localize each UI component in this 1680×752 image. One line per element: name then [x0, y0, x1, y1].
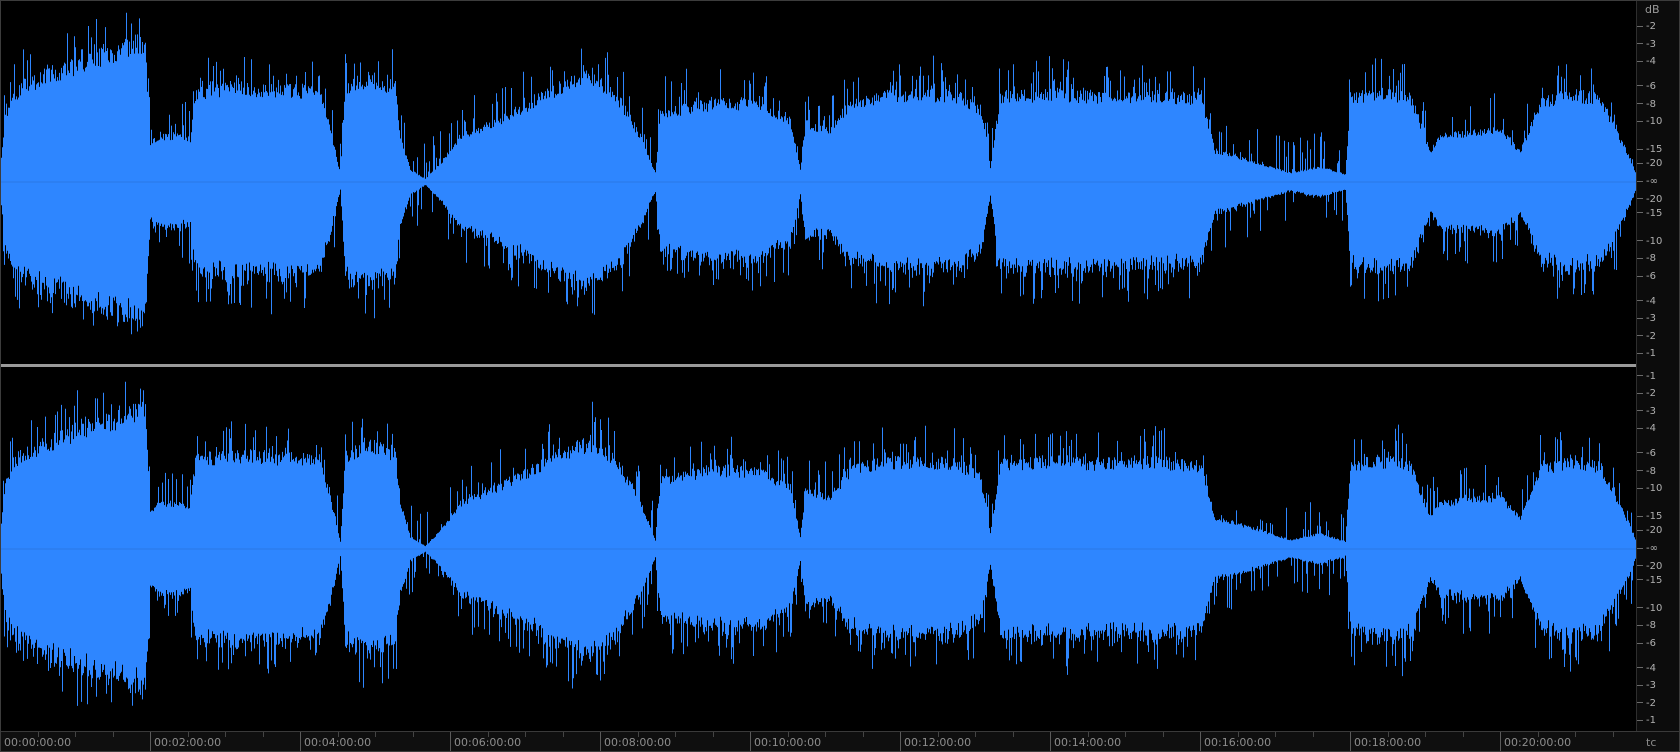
- timecode-major-tick: [0, 732, 1, 752]
- db-tick-label: -6: [1637, 81, 1656, 92]
- db-tick-label: -10: [1637, 484, 1662, 494]
- timecode-major-tick: [900, 732, 901, 752]
- timecode-label: 00:12:00:00: [904, 736, 972, 749]
- timecode-label: 00:14:00:00: [1054, 736, 1122, 749]
- timecode-label: 00:18:00:00: [1354, 736, 1422, 749]
- db-tick-label: -1: [1637, 371, 1656, 382]
- db-tick-label: -15: [1637, 575, 1662, 586]
- db-tick-label: -8: [1637, 621, 1656, 631]
- db-tick-label: -10: [1637, 603, 1662, 614]
- waveform-bars: [0, 381, 1636, 706]
- timecode-minor-tick: [975, 732, 976, 737]
- timecode-major-tick: [1500, 732, 1501, 752]
- timecode-minor-tick: [1425, 732, 1426, 737]
- timecode-minor-tick: [262, 732, 264, 737]
- db-tick-label: -20: [1637, 194, 1662, 205]
- db-tick-label: -20: [1637, 526, 1662, 536]
- db-tick-label: -4: [1637, 57, 1656, 67]
- timecode-minor-tick: [712, 732, 714, 737]
- timecode-minor-tick: [562, 732, 564, 737]
- timecode-label: 00:06:00:00: [454, 736, 522, 749]
- timecode-minor-tick: [862, 732, 864, 737]
- db-tick-label: -8: [1637, 254, 1656, 264]
- waveform-right: [0, 381, 1636, 706]
- db-tick-label: -15: [1637, 512, 1662, 522]
- db-tick-label: -3: [1637, 39, 1656, 50]
- channel-right-waveform[interactable]: [0, 367, 1636, 731]
- db-tick-label: -3: [1637, 681, 1656, 691]
- timecode-minor-tick: [75, 732, 76, 737]
- timecode-major-tick: [300, 732, 301, 752]
- db-scale-ruler[interactable]: dB -2 -3 -4 -6 -8 -10 -15 -20 -∞ -20 -15 -10 -8 -6 -4 -…: [1636, 0, 1680, 731]
- db-tick-label: -1: [1637, 716, 1656, 726]
- db-tick-label: -20: [1637, 561, 1662, 572]
- timecode-label: 00:10:00:00: [754, 736, 822, 749]
- timecode-minor-tick: [225, 732, 226, 737]
- timecode-ruler[interactable]: 00:00:00:00 00:02:00:00 00:04:00:00 00:06:0…: [0, 731, 1636, 752]
- timecode-minor-tick: [825, 732, 826, 737]
- timecode-label: 00:08:00:00: [604, 736, 672, 749]
- timecode-label: 00:02:00:00: [154, 736, 222, 749]
- waveform-left: [0, 12, 1636, 335]
- timecode-unit-label: tc: [1646, 736, 1657, 749]
- timecode-minor-tick: [1312, 732, 1314, 737]
- timecode-minor-tick: [675, 732, 676, 737]
- timecode-major-tick: [1350, 732, 1351, 752]
- db-tick-label: -20: [1637, 159, 1662, 169]
- db-tick-label: -2: [1637, 331, 1656, 342]
- db-tick-label: -6: [1637, 639, 1656, 649]
- timecode-minor-tick: [412, 732, 414, 737]
- timecode-minor-tick: [1125, 732, 1126, 737]
- db-tick-label: -10: [1637, 117, 1662, 127]
- db-tick-label: -15: [1637, 208, 1662, 219]
- timecode-minor-tick: [1612, 732, 1614, 737]
- db-tick-label: -3: [1637, 406, 1656, 417]
- db-tick-label: -6: [1637, 448, 1656, 459]
- timecode-label: 00:20:00:00: [1504, 736, 1572, 749]
- db-tick-label: -10: [1637, 236, 1662, 247]
- db-unit-label: dB: [1645, 3, 1660, 16]
- timecode-unit-corner: tc: [1636, 731, 1680, 752]
- db-tick-label: -8: [1637, 466, 1656, 477]
- db-tick-label: -4: [1637, 663, 1656, 674]
- timecode-minor-tick: [375, 732, 376, 737]
- waveform-path: [0, 381, 1636, 706]
- db-tick-label: -2: [1637, 698, 1656, 709]
- timecode-major-tick: [1200, 732, 1201, 752]
- waveform-bars: [0, 12, 1636, 335]
- db-tick-label: -4: [1637, 424, 1656, 434]
- timecode-minor-tick: [1012, 732, 1014, 737]
- waveform-path: [0, 12, 1636, 335]
- db-tick-label: -8: [1637, 99, 1656, 110]
- timecode-label: 00:16:00:00: [1204, 736, 1272, 749]
- timecode-major-tick: [600, 732, 601, 752]
- timecode-major-tick: [150, 732, 151, 752]
- db-tick-label: -2: [1637, 389, 1656, 399]
- db-tick-label: -3: [1637, 314, 1656, 324]
- timecode-minor-tick: [1575, 732, 1576, 737]
- timecode-minor-tick: [1462, 732, 1464, 737]
- timecode-major-tick: [1050, 732, 1051, 752]
- timecode-label: 00:00:00:00: [4, 736, 72, 749]
- db-tick-label: -1: [1637, 349, 1656, 359]
- timecode-major-tick: [450, 732, 451, 752]
- timecode-minor-tick: [1275, 732, 1276, 737]
- waveform-editor: dB -2 -3 -4 -6 -8 -10 -15 -20 -∞ -20 -15 -10 -8 -6 -4 -…: [0, 0, 1680, 752]
- timecode-minor-tick: [525, 732, 526, 737]
- db-tick-label: -∞: [1637, 177, 1658, 187]
- db-tick-label: -6: [1637, 272, 1656, 282]
- db-tick-label: -4: [1637, 296, 1656, 307]
- timecode-label: 00:04:00:00: [304, 736, 372, 749]
- db-tick-label: -∞: [1637, 544, 1658, 554]
- db-tick-label: -2: [1637, 22, 1656, 32]
- timecode-minor-tick: [1162, 732, 1164, 737]
- db-tick-label: -15: [1637, 145, 1662, 155]
- channel-left-waveform[interactable]: [0, 0, 1636, 364]
- timecode-major-tick: [750, 732, 751, 752]
- timecode-minor-tick: [112, 732, 114, 737]
